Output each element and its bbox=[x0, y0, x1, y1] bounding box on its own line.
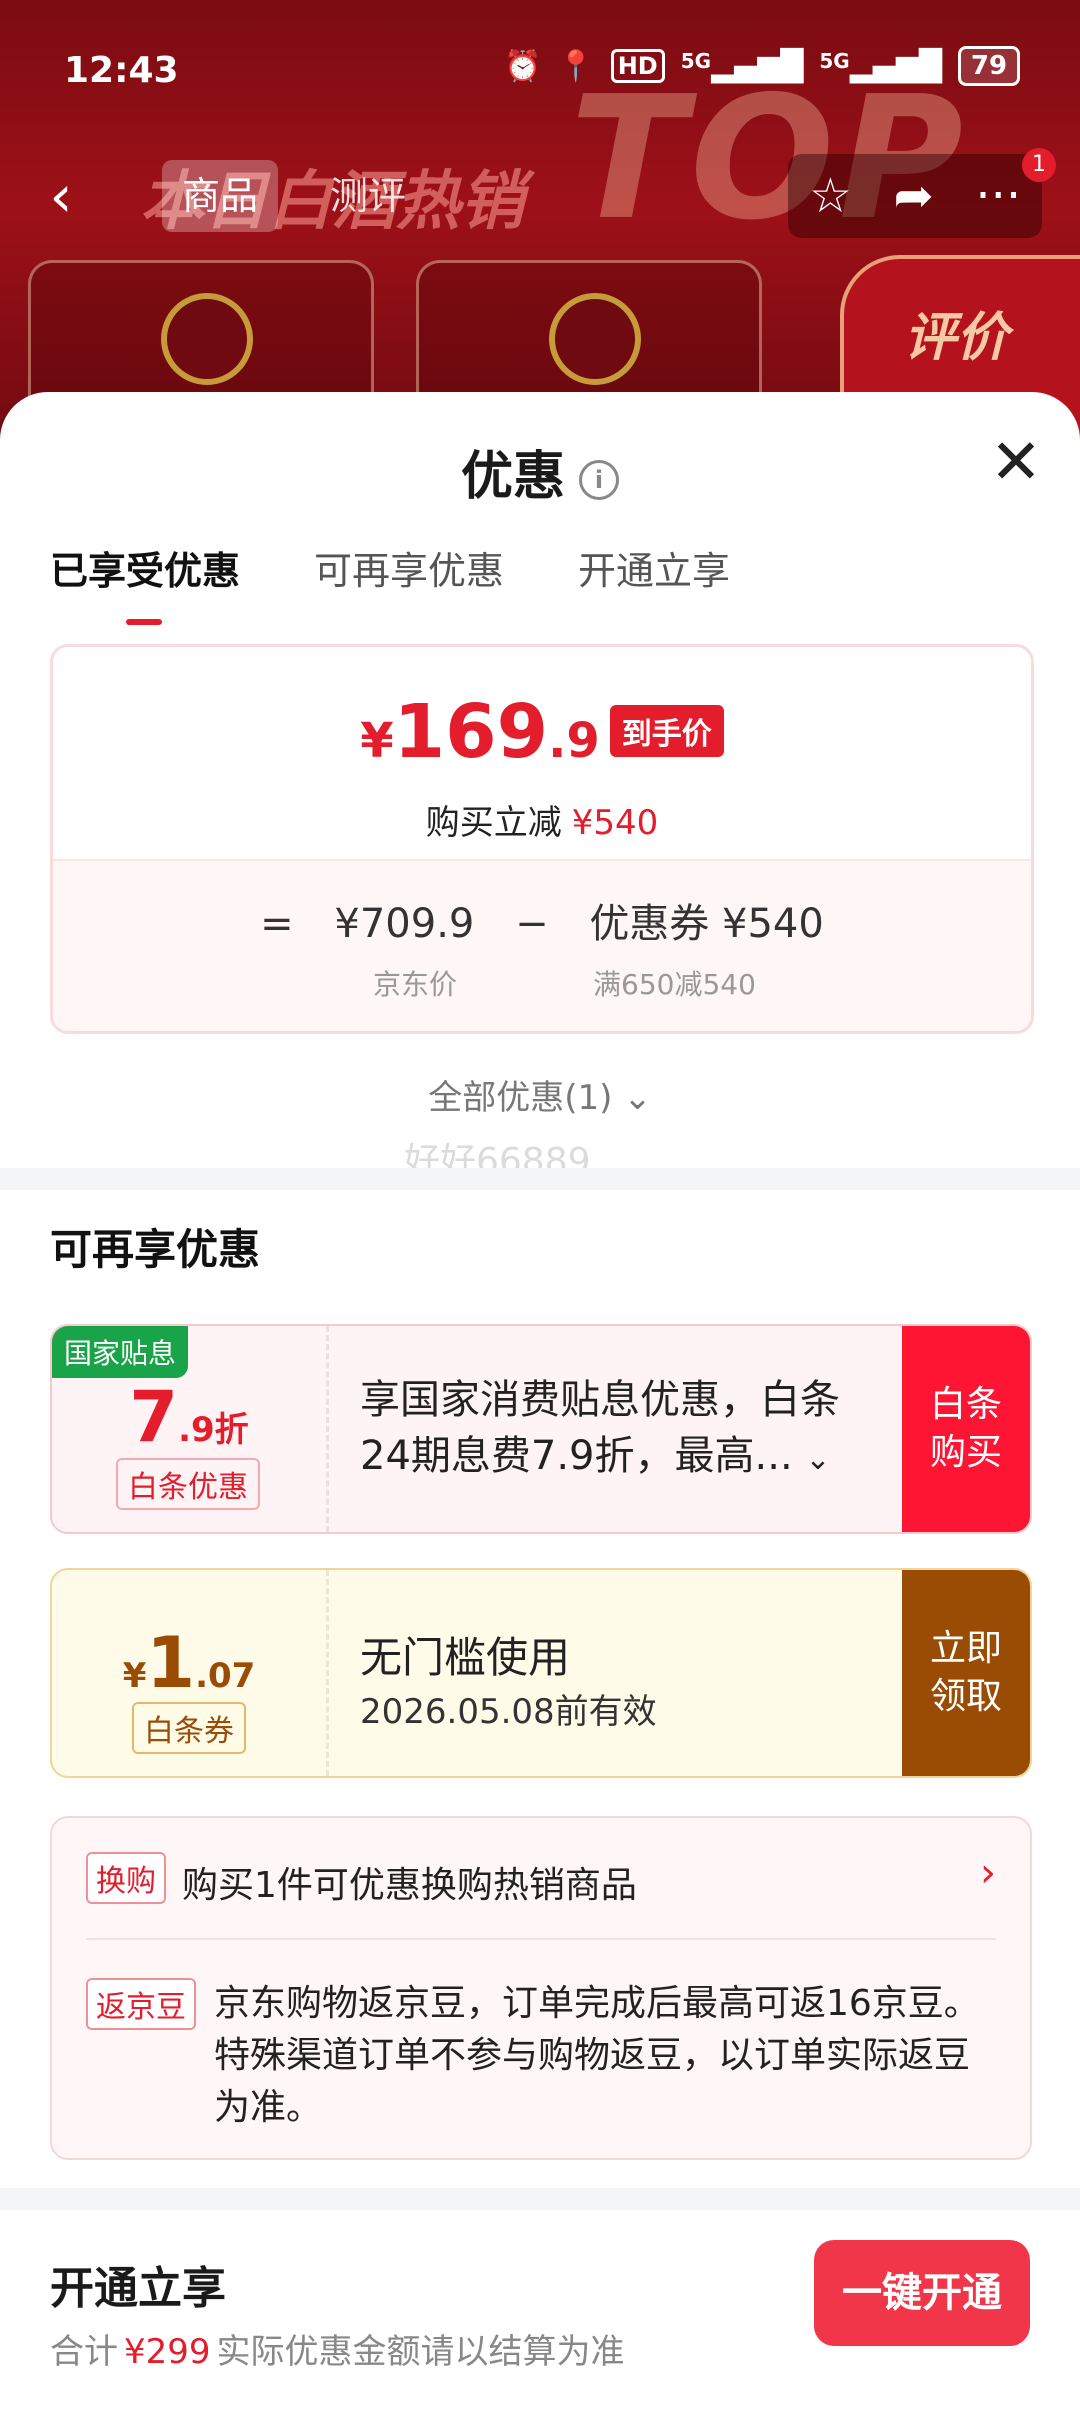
sheet-title-text: 优惠 bbox=[460, 447, 565, 507]
hd-icon: HD bbox=[610, 49, 665, 83]
price-decimal: .9 bbox=[548, 713, 600, 769]
national-subsidy-coupon: 国家贴息 7.9折 白条优惠 享国家消费贴息优惠，白条 24期息费7.9折，最高.… bbox=[50, 1324, 1032, 1534]
status-time: 12:43 bbox=[64, 50, 179, 91]
baitiao-coupon: ¥1.07 白条券 无门槛使用 2026.05.08前有效 立即领取 bbox=[50, 1568, 1032, 1778]
network-label: 5G bbox=[819, 48, 850, 73]
cut-label: 购买立减 bbox=[425, 803, 562, 843]
coupon-condition: 无门槛使用 bbox=[360, 1633, 571, 1682]
claim-coupon-button[interactable]: 立即 领取 bbox=[902, 1570, 1030, 1776]
open-membership-section: 开通立享 合计 ¥299 实际优惠金额请以结算为准 一键开通 bbox=[0, 2210, 1080, 2412]
all-coupons-label: 全部优惠(1) bbox=[428, 1078, 613, 1118]
final-price: ¥169.9 到手价 bbox=[53, 689, 1031, 775]
sheet-title: 优惠 i bbox=[0, 434, 1080, 509]
one-click-open-button[interactable]: 一键开通 bbox=[814, 2240, 1030, 2346]
coupon-rule: 满650减540 bbox=[593, 968, 756, 1001]
chevron-right-icon[interactable]: › bbox=[980, 1850, 996, 1896]
more-discounts-title: 可再享优惠 bbox=[50, 1225, 261, 1274]
badge-line1: 评价 bbox=[904, 308, 1009, 368]
tab-open[interactable]: 开通立享 bbox=[578, 540, 730, 595]
coupon-divider bbox=[326, 1326, 329, 1532]
status-icons: ⏰ 📍 HD 5G▂▄▆█ 5G▂▄▆█ 79 bbox=[504, 46, 1020, 86]
coupon-amount-value: ¥1.07 bbox=[52, 1622, 326, 1704]
discount-tabs: 已享受优惠 可再享优惠 开通立享 bbox=[50, 540, 730, 625]
status-bar: 12:43 ⏰ 📍 HD 5G▂▄▆█ 5G▂▄▆█ 79 bbox=[0, 40, 1080, 100]
back-icon[interactable]: ‹ bbox=[26, 160, 96, 232]
more-icon[interactable]: ··· bbox=[975, 168, 1021, 224]
price-integer: 169 bbox=[393, 689, 549, 775]
total-note: 合计 ¥299 实际优惠金额请以结算为准 bbox=[50, 2324, 625, 2373]
coupon-expiry: 2026.05.08前有效 bbox=[360, 1692, 657, 1732]
5g-signal-icon: 5G▂▄▆█ bbox=[819, 48, 942, 84]
nav-actions: ☆ ➦ ··· bbox=[788, 154, 1042, 238]
baitiao-discount-pill: 白条优惠 bbox=[116, 1458, 260, 1510]
5g-signal-icon: 5G▂▄▆█ bbox=[680, 48, 804, 84]
btn-line2: 领取 bbox=[929, 1676, 1002, 1717]
final-price-tag: 到手价 bbox=[609, 705, 724, 757]
btn-line1: 白条 bbox=[929, 1384, 1002, 1425]
top-navbar: ‹ 商品 测评 ☆ ➦ ··· 1 bbox=[26, 148, 1056, 238]
chevron-down-icon: ⌄ bbox=[623, 1078, 652, 1118]
swap-text[interactable]: 购买1件可优惠换购热销商品 bbox=[182, 1856, 637, 1908]
sheet-header: 优惠 i ✕ bbox=[0, 392, 1080, 552]
network-label: 5G bbox=[680, 48, 712, 73]
price-summary: ¥169.9 到手价 购买立减 ¥540 bbox=[53, 647, 1031, 859]
brand-seal-icon bbox=[161, 293, 253, 385]
coupon-amount: 优惠券 ¥540 bbox=[589, 901, 824, 947]
minus-sign: − bbox=[515, 901, 549, 947]
discount-sheet: 优惠 i ✕ 已享受优惠 可再享优惠 开通立享 ¥169.9 到手价 购买立减 ¥54… bbox=[0, 392, 1080, 2412]
total-label: 合计 bbox=[50, 2332, 118, 2372]
coupon-integer: 1 bbox=[146, 1622, 196, 1704]
all-coupons-toggle[interactable]: 全部优惠(1) ⌄ bbox=[0, 1070, 1080, 1119]
chevron-down-icon: ⌄ bbox=[805, 1442, 831, 1477]
section-divider bbox=[0, 1168, 1080, 1190]
tab-review[interactable]: 测评 bbox=[310, 160, 426, 232]
instant-cut: 购买立减 ¥540 bbox=[53, 795, 1031, 844]
location-icon: 📍 bbox=[557, 48, 595, 84]
coupon-yen: ¥ bbox=[122, 1656, 147, 1696]
desc-line2: 24期息费7.9折，最高... bbox=[360, 1433, 793, 1479]
extra-benefits-card: 换购 购买1件可优惠换购热销商品 › 返京豆 京东购物返京豆，订单完成后最高可返… bbox=[50, 1816, 1032, 2160]
total-amount: ¥299 bbox=[124, 2332, 211, 2372]
coupon-divider bbox=[326, 1570, 329, 1776]
close-icon[interactable]: ✕ bbox=[986, 431, 1046, 493]
swap-label: 换购 bbox=[86, 1852, 166, 1904]
discount-rate: 7.9折 bbox=[52, 1376, 326, 1458]
rate-integer: 7 bbox=[129, 1376, 179, 1458]
coupon-decimal: .07 bbox=[195, 1656, 256, 1696]
tab-more[interactable]: 可再享优惠 bbox=[314, 540, 504, 595]
price-card: ¥169.9 到手价 购买立减 ¥540 = ¥709.9 − 优惠券 ¥540 京… bbox=[50, 644, 1034, 1034]
share-icon[interactable]: ➦ bbox=[894, 168, 934, 224]
bean-label: 返京豆 bbox=[86, 1978, 196, 2030]
cut-amount: ¥540 bbox=[571, 803, 659, 843]
rate-suffix: .9折 bbox=[178, 1410, 249, 1450]
notification-badge: 1 bbox=[1022, 148, 1056, 182]
open-title: 开通立享 bbox=[50, 2263, 226, 2314]
tab-product[interactable]: 商品 bbox=[162, 160, 279, 232]
national-subsidy-text: 享国家消费贴息优惠，白条 24期息费7.9折，最高... ⌄ bbox=[360, 1372, 840, 1488]
coupon-value: 国家贴息 7.9折 白条优惠 bbox=[52, 1326, 326, 1532]
baitiao-buy-button[interactable]: 白条 购买 bbox=[902, 1326, 1030, 1532]
national-subsidy-tag: 国家贴息 bbox=[52, 1326, 189, 1378]
brand-seal-icon bbox=[549, 293, 641, 385]
breakdown-row: = ¥709.9 − 优惠券 ¥540 bbox=[53, 891, 1031, 949]
jd-price: ¥709.9 bbox=[334, 901, 475, 947]
baitiao-coupon-pill: 白条券 bbox=[132, 1702, 246, 1754]
equals-sign: = bbox=[260, 901, 294, 947]
bean-text: 京东购物返京豆，订单完成后最高可返16京豆。特殊渠道订单不参与购物返豆，以订单实… bbox=[214, 1983, 980, 2128]
battery-icon: 79 bbox=[958, 46, 1020, 86]
desc-line1: 享国家消费贴息优惠，白条 bbox=[360, 1377, 840, 1423]
jd-price-label: 京东价 bbox=[373, 968, 458, 1001]
btn-line1: 立即 bbox=[929, 1628, 1002, 1669]
section-divider bbox=[0, 2188, 1080, 2210]
coupon-value: ¥1.07 白条券 bbox=[52, 1570, 326, 1776]
settlement-note: 实际优惠金额请以结算为准 bbox=[216, 2332, 625, 2372]
btn-line2: 购买 bbox=[929, 1432, 1002, 1473]
alarm-icon: ⏰ bbox=[503, 48, 542, 84]
info-icon[interactable]: i bbox=[579, 460, 619, 500]
tab-enjoyed[interactable]: 已享受优惠 bbox=[50, 540, 240, 625]
star-icon[interactable]: ☆ bbox=[809, 168, 852, 224]
price-breakdown: = ¥709.9 − 优惠券 ¥540 京东价 满650减540 bbox=[53, 859, 1031, 1031]
price-symbol: ¥ bbox=[360, 713, 394, 769]
divider bbox=[86, 1938, 996, 1940]
